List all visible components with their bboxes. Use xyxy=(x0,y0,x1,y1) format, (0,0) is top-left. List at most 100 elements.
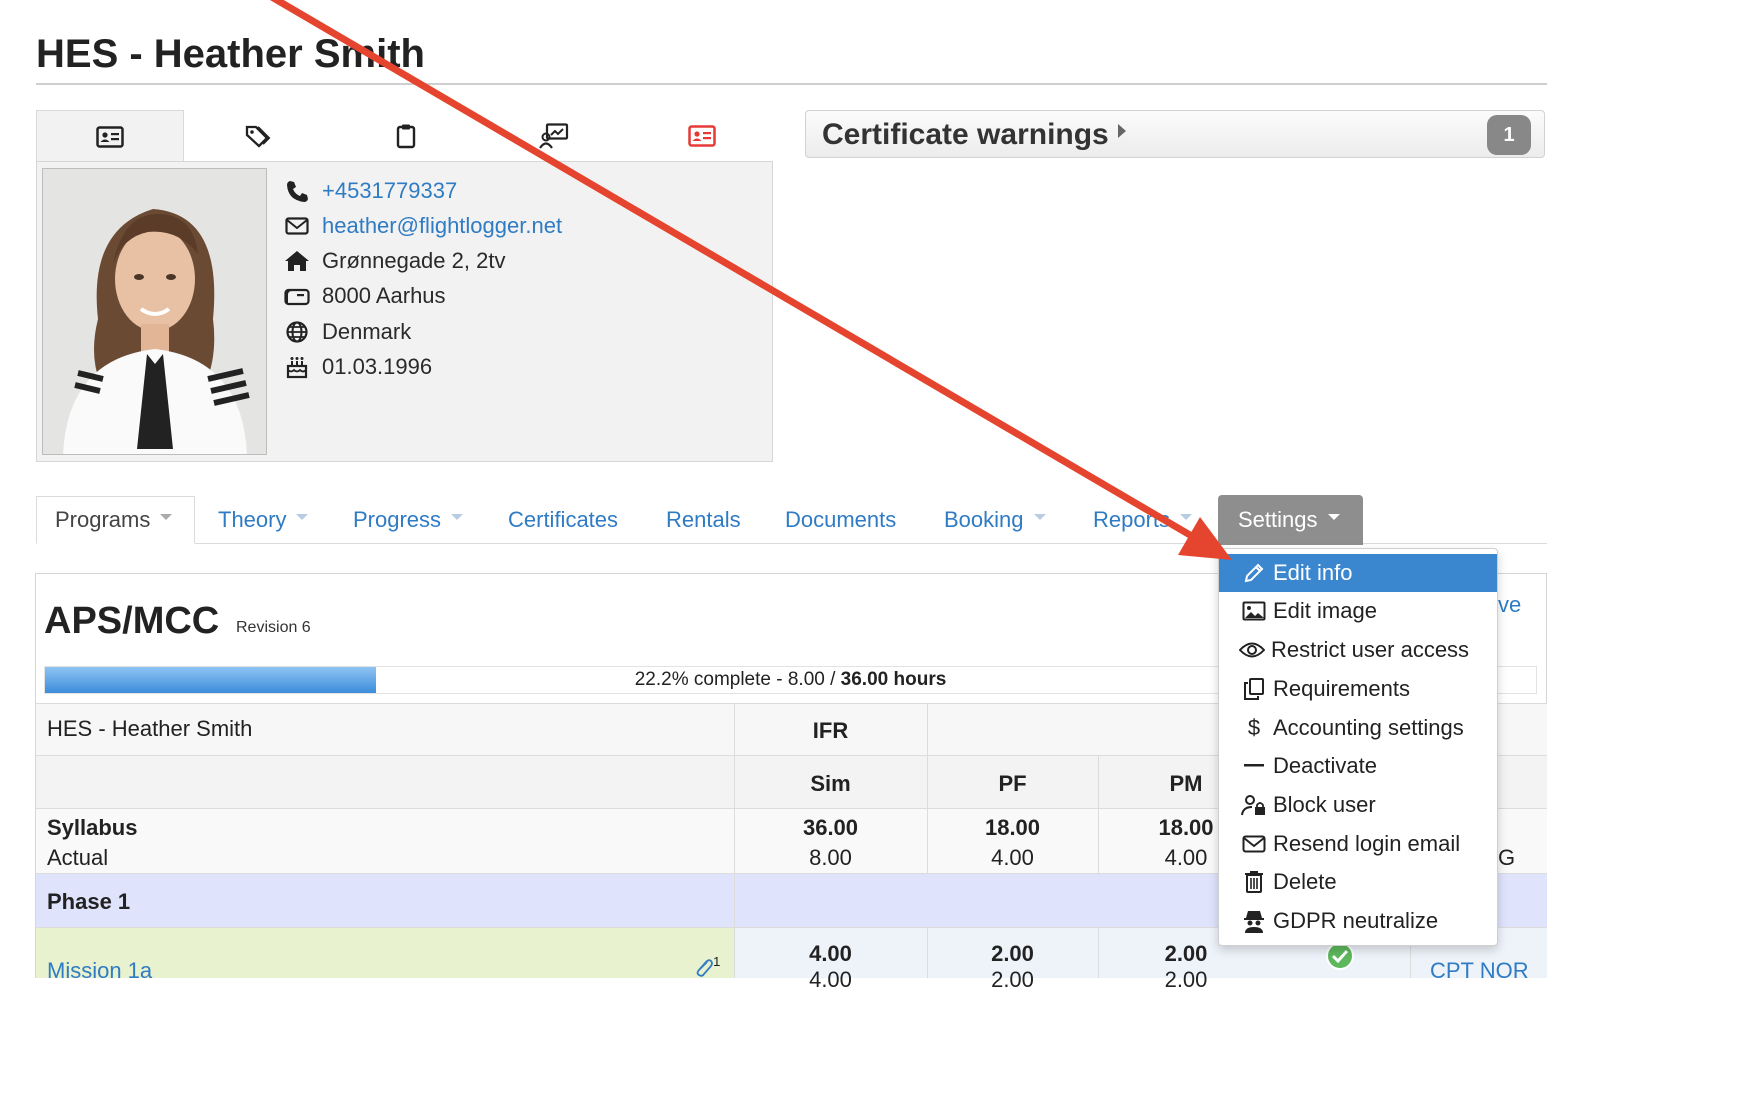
caret-down-icon xyxy=(451,514,464,520)
menu-item-resend-email[interactable]: Resend login email xyxy=(1219,825,1497,863)
user-chart-icon xyxy=(539,123,569,149)
profile-tab-id-red[interactable] xyxy=(628,110,776,162)
page-title: HES - Heather Smith xyxy=(36,32,425,76)
check-circle-icon xyxy=(1325,941,1355,976)
column-header-sim: Sim xyxy=(810,771,851,796)
email-link[interactable]: heather@flightlogger.net xyxy=(322,213,562,239)
menu-item-edit-info[interactable]: Edit info xyxy=(1219,554,1497,592)
menu-item-edit-image-label: Edit image xyxy=(1273,598,1377,623)
instructor-link[interactable]: CPT NOR xyxy=(1430,958,1529,984)
menu-item-delete[interactable]: Delete xyxy=(1219,863,1497,901)
envelope-icon xyxy=(284,213,310,239)
pencil-icon xyxy=(1241,560,1267,586)
spy-icon xyxy=(1241,908,1267,934)
actual-sim: 8.00 xyxy=(809,845,852,870)
eye-icon xyxy=(1239,637,1265,663)
birthday-text: 01.03.1996 xyxy=(322,354,433,379)
menu-item-edit-image[interactable]: Edit image xyxy=(1219,592,1497,630)
mission-sim-actual: 4.00 xyxy=(809,967,852,992)
mailbox-icon xyxy=(284,283,310,309)
caret-down-icon xyxy=(1180,514,1193,520)
caret-down-icon xyxy=(1033,514,1046,520)
column-header-pf: PF xyxy=(998,771,1027,796)
profile-tab-clipboard[interactable] xyxy=(332,110,480,162)
syllabus-label: Syllabus xyxy=(47,815,138,840)
program-title: APS/MCC xyxy=(44,600,220,642)
mission-link[interactable]: Mission 1a xyxy=(47,958,152,984)
tab-rentals-label: Rentals xyxy=(666,507,741,532)
actual-pf: 4.00 xyxy=(991,845,1034,870)
profile-tabs xyxy=(36,110,776,163)
caret-down-icon xyxy=(1327,514,1340,520)
title-divider xyxy=(36,83,1547,85)
birthday-row: 01.03.1996 xyxy=(284,350,432,384)
birthday-cake-icon xyxy=(284,354,310,380)
caret-down-icon xyxy=(160,514,173,520)
menu-item-restrict-access[interactable]: Restrict user access xyxy=(1219,631,1497,669)
phase-label: Phase 1 xyxy=(47,889,131,914)
actual-label: Actual xyxy=(47,845,109,870)
profile-tab-instructor[interactable] xyxy=(480,110,628,162)
tab-booking[interactable]: Booking xyxy=(944,496,1046,544)
postal-text: 8000 Aarhus xyxy=(322,283,446,308)
warnings-count-badge: 1 xyxy=(1487,115,1531,155)
tab-certificates[interactable]: Certificates xyxy=(508,496,618,544)
menu-item-delete-label: Delete xyxy=(1273,869,1337,894)
ifr-group-header: IFR xyxy=(812,718,849,743)
menu-item-accounting[interactable]: $ Accounting settings xyxy=(1219,709,1497,747)
address-row: Grønnegade 2, 2tv xyxy=(284,244,505,278)
attachment-count-label: 1 xyxy=(713,954,721,969)
home-icon xyxy=(284,248,310,274)
copy-icon xyxy=(1241,676,1267,702)
tab-booking-label: Booking xyxy=(944,507,1024,532)
tab-programs-label: Programs xyxy=(55,507,151,532)
menu-item-edit-info-label: Edit info xyxy=(1273,560,1353,585)
address-text: Grønnegade 2, 2tv xyxy=(322,248,506,273)
table-rule xyxy=(927,704,928,756)
dollar-icon: $ xyxy=(1247,715,1261,740)
country-text: Denmark xyxy=(322,319,412,344)
tab-settings[interactable]: Settings xyxy=(1218,495,1363,545)
menu-item-block-user-label: Block user xyxy=(1273,792,1376,817)
menu-item-deactivate-label: Deactivate xyxy=(1273,753,1377,778)
profile-tab-tags[interactable] xyxy=(184,110,332,162)
mission-sim: 4.00 xyxy=(809,941,852,966)
tab-theory[interactable]: Theory xyxy=(218,496,309,544)
email-row: heather@flightlogger.net xyxy=(284,209,562,243)
phone-icon xyxy=(284,178,310,204)
tab-certificates-label: Certificates xyxy=(508,507,619,532)
mission-pf: 2.00 xyxy=(991,941,1034,966)
envelope-icon xyxy=(1241,831,1267,857)
menu-item-gdpr[interactable]: GDPR neutralize xyxy=(1219,902,1497,940)
trash-icon xyxy=(1241,869,1267,895)
tab-programs[interactable]: Programs xyxy=(36,496,195,544)
phone-row: +4531779337 xyxy=(284,174,457,208)
phone-link[interactable]: +4531779337 xyxy=(322,178,457,204)
profile-photo xyxy=(42,168,267,455)
country-row: Denmark xyxy=(284,315,411,349)
profile-tab-contact[interactable] xyxy=(36,110,184,163)
attachment-count[interactable]: 1 xyxy=(695,954,720,978)
menu-item-gdpr-label: GDPR neutralize xyxy=(1273,908,1439,933)
tab-reports[interactable]: Reports xyxy=(1093,496,1193,544)
globe-icon xyxy=(284,319,310,345)
id-card-red-icon xyxy=(688,125,716,147)
menu-item-requirements-label: Requirements xyxy=(1273,676,1410,701)
caret-down-icon xyxy=(296,514,309,520)
tab-progress[interactable]: Progress xyxy=(353,496,464,544)
certificate-warnings-title[interactable]: Certificate warnings xyxy=(822,117,1109,153)
mission-pf-actual: 2.00 xyxy=(991,967,1034,992)
menu-item-block-user[interactable]: Block user xyxy=(1219,786,1497,824)
dash-icon xyxy=(1241,753,1267,779)
tab-documents[interactable]: Documents xyxy=(785,496,896,544)
menu-item-deactivate[interactable]: Deactivate xyxy=(1219,747,1497,785)
table-rule xyxy=(734,704,735,978)
tab-rentals[interactable]: Rentals xyxy=(666,496,741,544)
image-icon xyxy=(1241,598,1267,624)
menu-item-requirements[interactable]: Requirements xyxy=(1219,670,1497,708)
user-lock-icon xyxy=(1241,792,1267,818)
postal-row: 8000 Aarhus xyxy=(284,279,446,313)
tags-icon xyxy=(245,125,271,148)
tab-documents-label: Documents xyxy=(785,507,897,532)
program-action-link[interactable]: ve xyxy=(1498,592,1521,618)
